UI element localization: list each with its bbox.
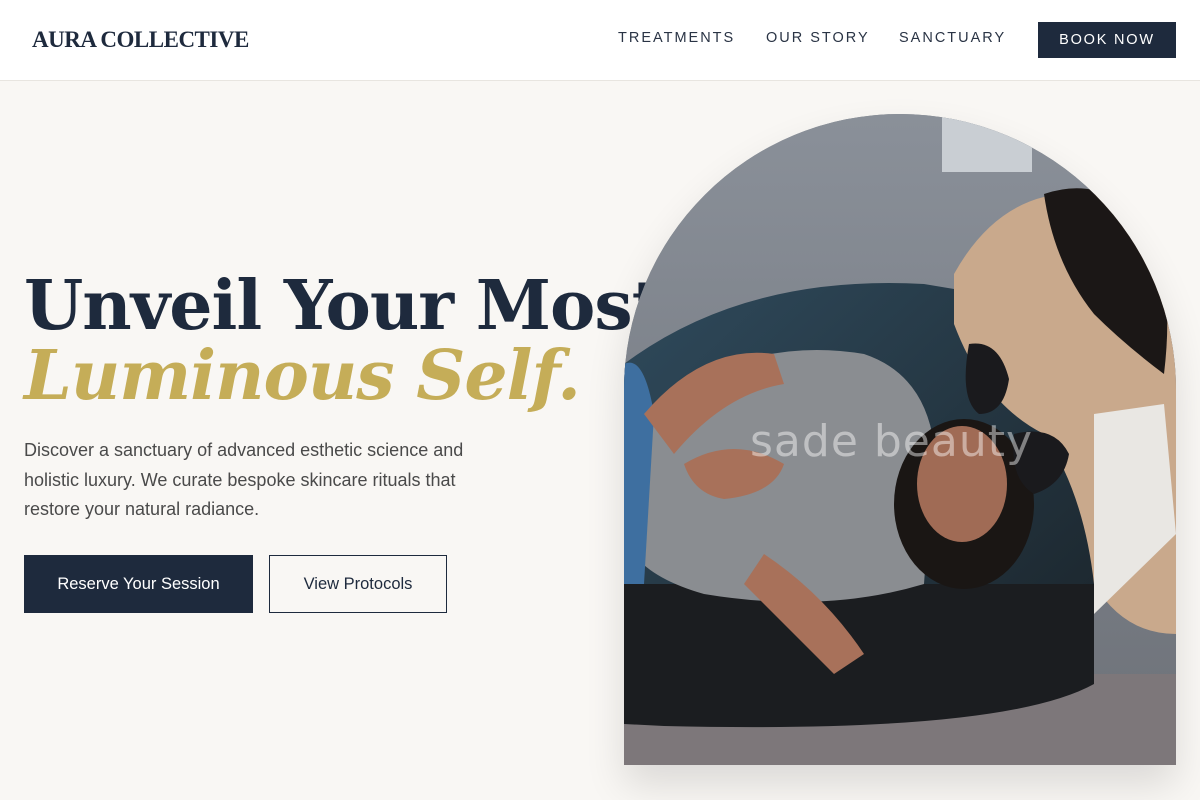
- nav-sanctuary[interactable]: SANCTUARY: [899, 30, 1006, 46]
- hero-description: Discover a sanctuary of advanced estheti…: [24, 440, 464, 519]
- book-now-button[interactable]: BOOK NOW: [1038, 22, 1176, 58]
- hero-image: sade beauty: [624, 114, 1176, 765]
- image-watermark: sade beauty: [750, 416, 1034, 467]
- reserve-session-button[interactable]: Reserve Your Session: [24, 555, 253, 613]
- nav-our-story[interactable]: OUR STORY: [766, 30, 870, 46]
- nav-treatments[interactable]: TREATMENTS: [618, 30, 735, 46]
- view-protocols-button[interactable]: View Protocols: [269, 555, 447, 613]
- site-header: AURA COLLECTIVE TREATMENTS OUR STORY SAN…: [0, 0, 1200, 81]
- brand-logo[interactable]: AURA COLLECTIVE: [32, 27, 249, 53]
- headline-line-2: Luminous Self.: [24, 336, 581, 416]
- headline-line-1: Unveil Your Most: [24, 266, 663, 346]
